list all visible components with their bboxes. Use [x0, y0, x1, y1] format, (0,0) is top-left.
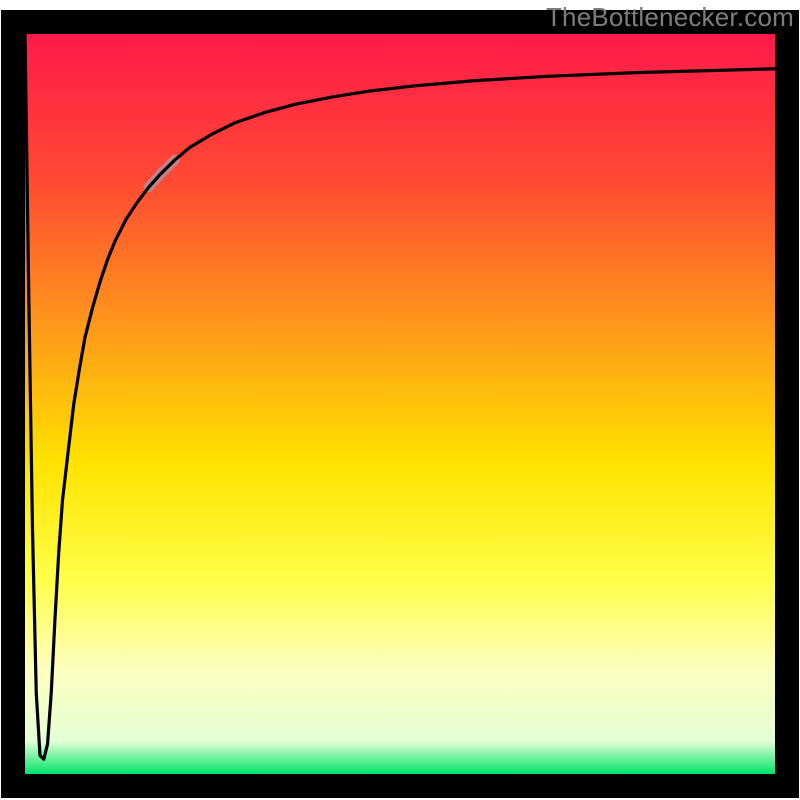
bottleneck-chart [0, 0, 800, 800]
chart-stage: TheBottlenecker.com [0, 0, 800, 800]
watermark-text: TheBottlenecker.com [546, 2, 794, 33]
plot-background [25, 34, 775, 774]
